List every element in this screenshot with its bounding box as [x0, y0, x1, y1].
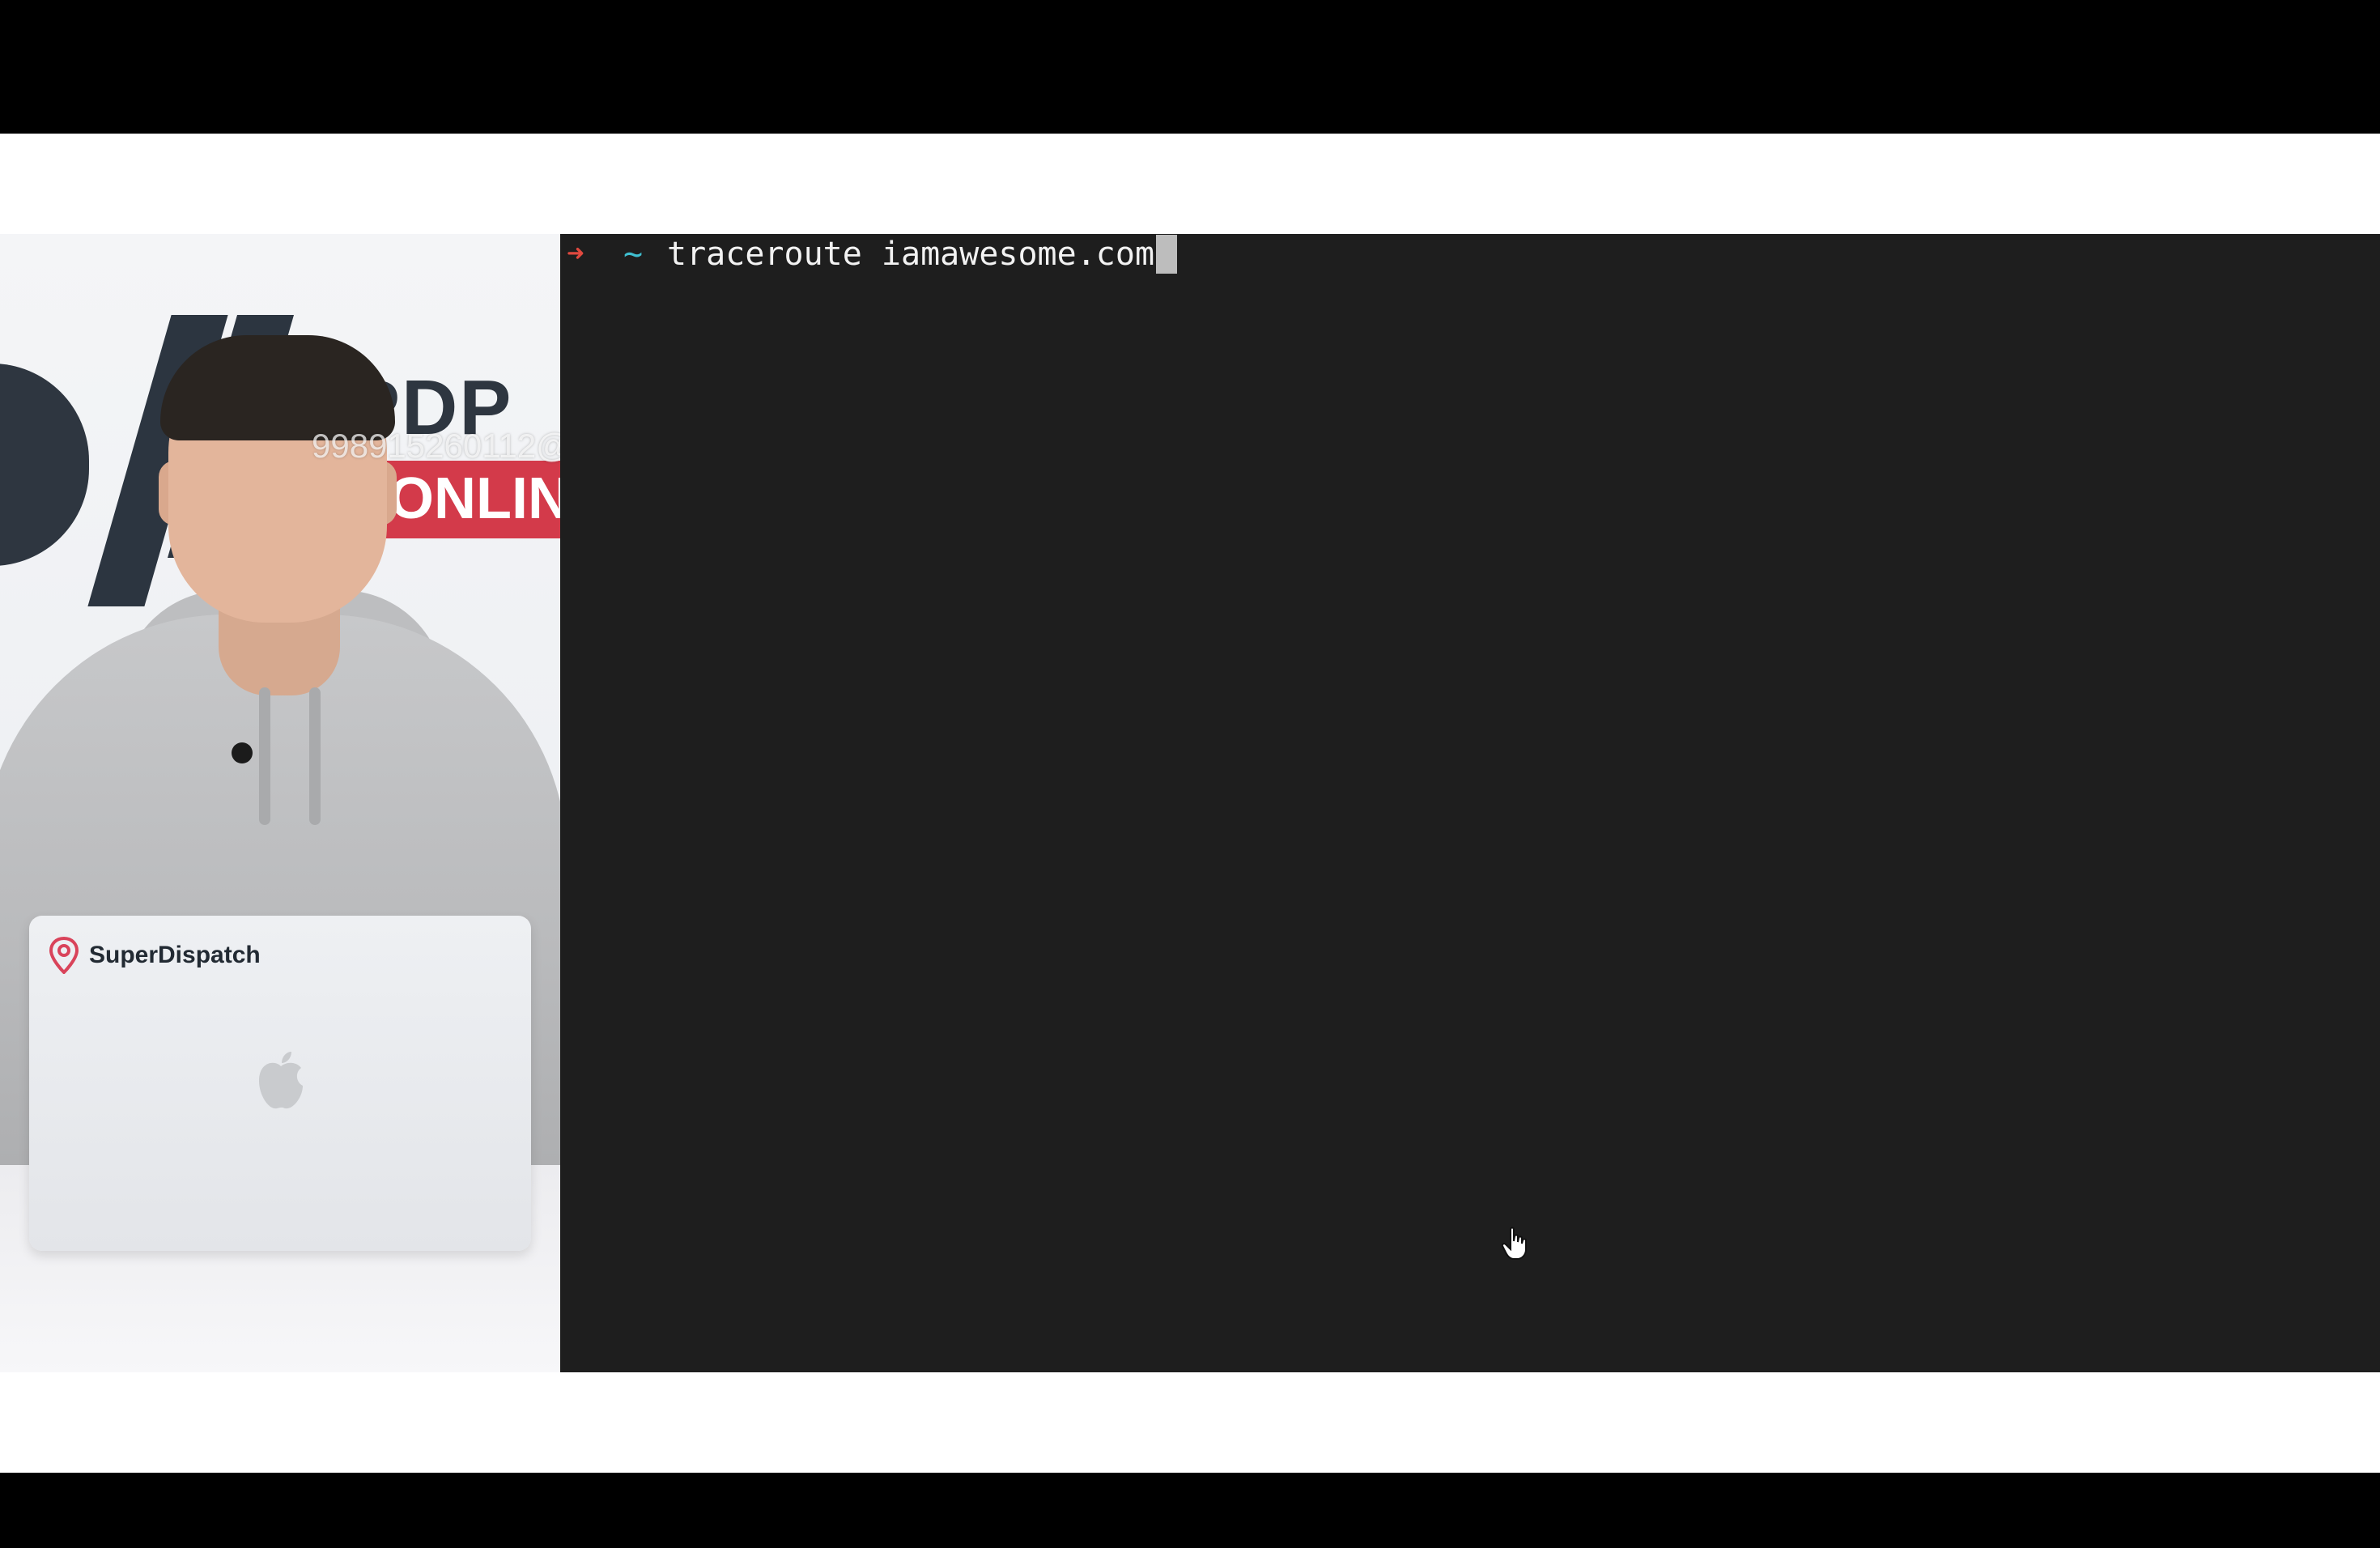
text-cursor [1156, 235, 1178, 274]
command-input[interactable]: traceroute iamawesome.com [667, 234, 1154, 274]
apple-icon [259, 1052, 303, 1109]
hoodie-string-left [259, 687, 270, 825]
laptop-brand-text: SuperDispatch [89, 942, 261, 968]
prompt-arrow-icon: ➜ [567, 237, 584, 270]
terminal-window[interactable]: ➜ ~ traceroute iamawesome.com [560, 234, 2380, 1372]
hand-pointer-icon [1501, 1227, 1527, 1260]
location-pin-icon [49, 937, 79, 974]
watermark: 998915260112@pdp.uz [312, 427, 560, 465]
laptop: SuperDispatch [29, 916, 531, 1251]
prompt-directory: ~ [623, 236, 644, 273]
laptop-sticker: SuperDispatch [49, 937, 261, 974]
letterbox-top [0, 0, 2380, 134]
frame-padding-top [0, 134, 2380, 234]
frame-padding-bottom [0, 1372, 2380, 1473]
presenter-video: PDP ONLINE SuperDispatch [0, 234, 560, 1372]
hoodie-string-right [309, 687, 321, 825]
lapel-mic [232, 742, 253, 763]
video-frame: PDP ONLINE SuperDispatch [0, 0, 2380, 1548]
hair [160, 335, 395, 440]
letterbox-bottom [0, 1473, 2380, 1548]
terminal-prompt-line[interactable]: ➜ ~ traceroute iamawesome.com [567, 234, 1178, 274]
